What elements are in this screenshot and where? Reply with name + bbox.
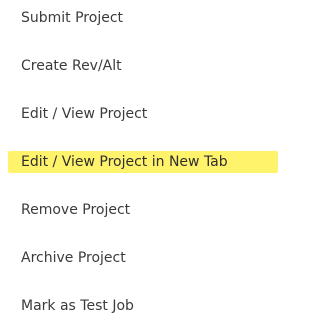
- menu-item-edit-view-project-new-tab[interactable]: Edit / View Project in New Tab: [0, 150, 281, 174]
- menu-item-label: Submit Project: [21, 10, 124, 26]
- menu-item-create-rev-alt[interactable]: Create Rev/Alt: [0, 54, 281, 78]
- menu-item-label: Edit / View Project in New Tab: [21, 154, 228, 170]
- menu-item-edit-view-project[interactable]: Edit / View Project: [0, 102, 281, 126]
- menu-item-remove-project[interactable]: Remove Project: [0, 198, 281, 222]
- menu-item-label: Create Rev/Alt: [21, 58, 122, 74]
- menu-item-label: Remove Project: [21, 202, 131, 218]
- menu-item-label: Mark as Test Job: [21, 298, 134, 314]
- project-actions-menu: Submit Project Create Rev/Alt Edit / Vie…: [0, 0, 281, 322]
- menu-item-label: Archive Project: [21, 250, 126, 266]
- menu-item-mark-as-test-job[interactable]: Mark as Test Job: [0, 294, 281, 318]
- menu-item-label: Edit / View Project: [21, 106, 148, 122]
- menu-item-archive-project[interactable]: Archive Project: [0, 246, 281, 270]
- menu-item-submit-project[interactable]: Submit Project: [0, 6, 281, 30]
